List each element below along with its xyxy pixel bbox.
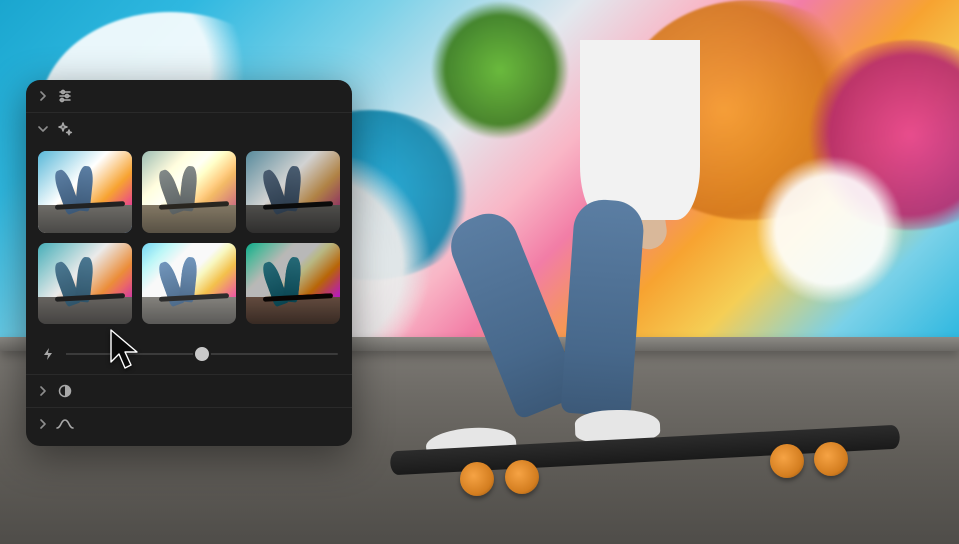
slider-thumb[interactable] [193,345,211,363]
subject-skateboard [390,438,900,500]
contrast-icon [56,382,74,400]
subject-person [430,40,740,470]
chevron-right-icon [38,419,48,429]
preset-intensity-slider[interactable] [66,353,338,355]
curve-icon [56,415,74,433]
section-adjustments-header[interactable]: adjustments [26,80,352,112]
sliders-icon [56,87,74,105]
preset-thumbnail[interactable] [142,151,236,233]
chevron-down-icon [38,124,48,134]
section-curves: curves [26,408,352,440]
chevron-right-icon [38,386,48,396]
section-presets: presets [26,113,352,375]
bolt-icon [40,346,56,362]
section-contrast-header[interactable]: contrast [26,375,352,407]
sparkles-icon [56,120,74,138]
edit-panel: adjustments presets [26,80,352,446]
preset-intensity-row [26,336,352,374]
preset-thumbnail[interactable] [142,243,236,325]
section-adjustments: adjustments [26,80,352,113]
preset-thumbnail[interactable] [246,243,340,325]
section-presets-header[interactable]: presets [26,113,352,145]
preset-thumbnail[interactable] [38,151,132,233]
preset-thumbnail[interactable] [38,243,132,325]
preset-grid [38,151,340,324]
chevron-right-icon [38,91,48,101]
preset-thumbnail[interactable] [246,151,340,233]
section-contrast: contrast [26,375,352,408]
section-curves-header[interactable]: curves [26,408,352,440]
